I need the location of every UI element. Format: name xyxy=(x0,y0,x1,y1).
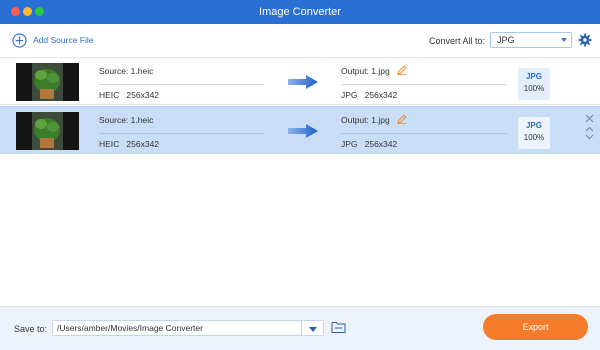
chevron-down-icon xyxy=(309,327,317,332)
output-file-name: Output: 1.jpg xyxy=(341,115,390,125)
footer-bar: Save to: Export xyxy=(0,306,600,350)
toolbar: Add Source File Convert All to: JPG xyxy=(0,24,600,56)
convert-all-label: Convert All to: xyxy=(429,36,486,46)
source-file-info: HEIC 256x342 xyxy=(99,90,159,100)
output-file-info: JPG 256x342 xyxy=(341,139,397,149)
divider xyxy=(99,84,264,85)
chevron-down-icon xyxy=(561,38,567,42)
add-source-file-label: Add Source File xyxy=(33,35,94,45)
save-to-label: Save to: xyxy=(14,324,48,334)
badge-format: JPG xyxy=(525,121,542,130)
output-format-badge[interactable]: JPG 100% xyxy=(518,68,550,100)
title-bar: Image Converter xyxy=(0,0,600,24)
source-file-info: HEIC 256x342 xyxy=(99,139,159,149)
chevron-down-icon[interactable] xyxy=(585,134,594,140)
source-dimensions: 256x342 xyxy=(126,139,160,149)
export-button[interactable]: Export xyxy=(483,314,588,340)
output-file-name: Output: 1.jpg xyxy=(341,66,390,76)
pencil-icon[interactable] xyxy=(397,65,407,75)
close-icon[interactable] xyxy=(585,114,594,123)
arrow-right-icon xyxy=(288,124,318,138)
badge-format: JPG xyxy=(525,72,542,81)
pencil-icon[interactable] xyxy=(397,114,407,124)
source-format: HEIC xyxy=(99,139,120,149)
output-format: JPG xyxy=(341,139,358,149)
file-row[interactable]: Source: 1.heic HEIC 256x342 Output: 1.jp… xyxy=(0,57,600,105)
file-thumbnail xyxy=(16,63,79,101)
add-source-file-button[interactable]: Add Source File xyxy=(12,32,93,48)
output-dimensions: 256x342 xyxy=(364,139,398,149)
divider xyxy=(99,133,264,134)
divider xyxy=(341,133,507,134)
save-path-field[interactable] xyxy=(52,320,302,336)
convert-all-format-select[interactable]: JPG xyxy=(490,32,572,48)
output-dimensions: 256x342 xyxy=(364,90,398,100)
file-row[interactable]: Source: 1.heic HEIC 256x342 Output: 1.jp… xyxy=(0,106,600,154)
badge-quality: 100% xyxy=(523,84,545,93)
window-title: Image Converter xyxy=(259,6,341,18)
source-format: HEIC xyxy=(99,90,120,100)
chevron-up-icon[interactable] xyxy=(585,126,594,132)
output-format-badge[interactable]: JPG 100% xyxy=(518,117,550,149)
arrow-right-icon xyxy=(288,75,318,89)
output-format: JPG xyxy=(341,90,358,100)
output-file-info: JPG 256x342 xyxy=(341,90,397,100)
convert-all-format-value: JPG xyxy=(497,35,515,45)
gear-icon[interactable] xyxy=(578,33,592,47)
file-thumbnail xyxy=(16,112,79,150)
badge-quality: 100% xyxy=(523,133,545,142)
source-dimensions: 256x342 xyxy=(126,90,160,100)
source-file-name: Source: 1.heic xyxy=(99,115,154,125)
divider xyxy=(341,84,507,85)
source-file-name: Source: 1.heic xyxy=(99,66,154,76)
save-path-dropdown-button[interactable] xyxy=(302,320,324,336)
plus-circle-icon xyxy=(12,32,27,48)
folder-icon[interactable] xyxy=(331,320,346,334)
